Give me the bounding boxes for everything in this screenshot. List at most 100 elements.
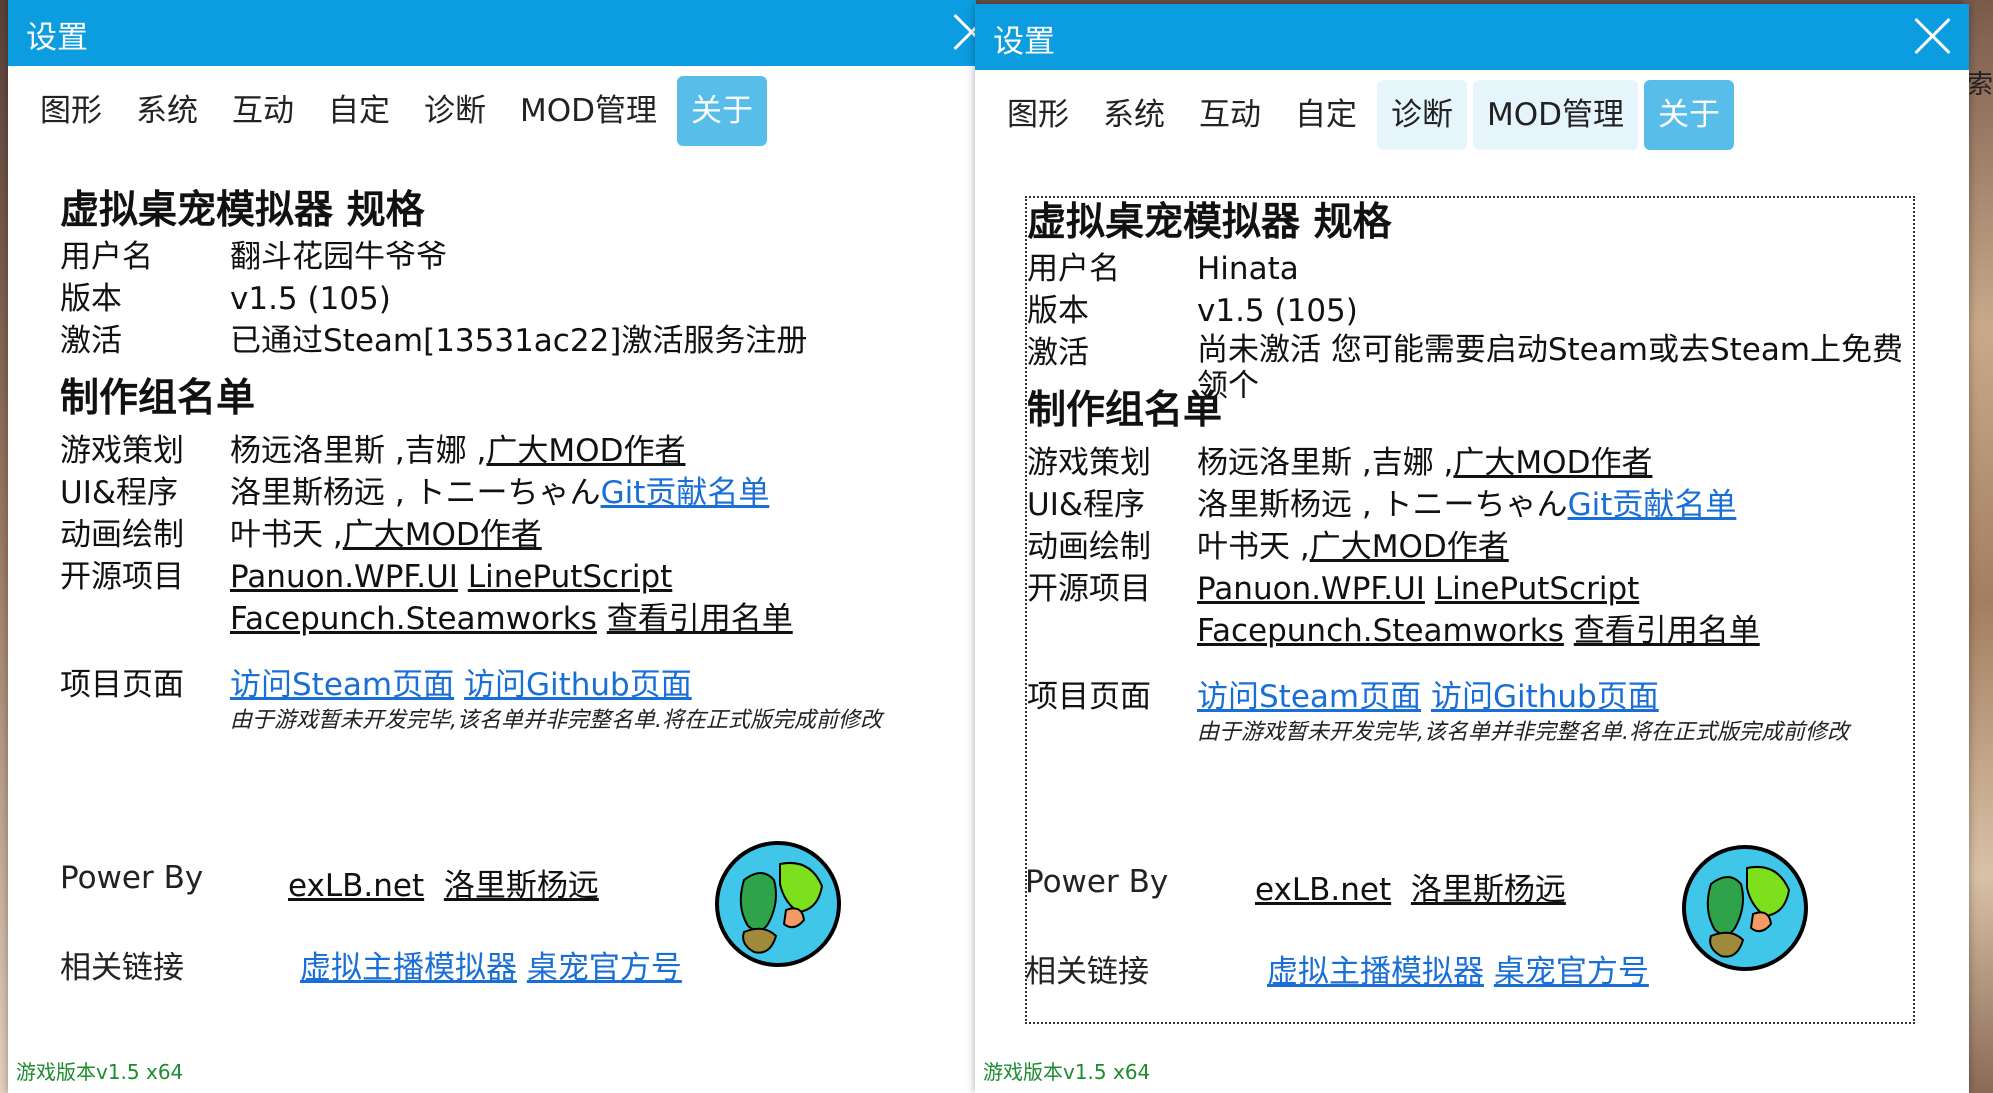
- facepunch-link[interactable]: Facepunch.Steamworks: [230, 601, 597, 637]
- version-value: v1.5 (105): [1197, 293, 1358, 329]
- oss-row: 开源项目 Panuon.WPF.UI LinePutScript Facepun…: [1027, 568, 1913, 652]
- activation-label: 激活: [1027, 335, 1089, 371]
- user-value: Hinata: [1197, 251, 1299, 287]
- github-page-link[interactable]: 访问Github页面: [1431, 679, 1659, 715]
- tab-diagnostics[interactable]: 诊断: [410, 76, 500, 146]
- game-version: 游戏版本v1.5 x64: [16, 1060, 184, 1084]
- close-icon[interactable]: [1911, 14, 1955, 58]
- ui-label: UI&程序: [1027, 487, 1146, 523]
- game-version: 游戏版本v1.5 x64: [983, 1060, 1151, 1084]
- tab-bar: 图形 系统 互动 自定 诊断 MOD管理 关于: [26, 76, 773, 146]
- lineputscript-link[interactable]: LinePutScript: [468, 559, 672, 595]
- anim-value: 叶书天 ,: [1197, 529, 1310, 565]
- tab-mod-manager[interactable]: MOD管理: [1473, 80, 1639, 150]
- title-bar[interactable]: 设置: [8, 0, 976, 66]
- window-title: 设置: [993, 24, 1055, 60]
- project-page-label: 项目页面: [1027, 679, 1151, 715]
- version-label: 版本: [60, 281, 122, 317]
- credits-title: 制作组名单: [1027, 388, 1223, 433]
- credits-note: 由于游戏暂未开发完毕,该名单并非完整名单.将在正式版完成前修改: [1197, 720, 1849, 745]
- spec-title: 虚拟桌宠模拟器 规格: [1027, 200, 1392, 245]
- tab-graphics[interactable]: 图形: [993, 80, 1083, 150]
- credits-note: 由于游戏暂未开发完毕,该名单并非完整名单.将在正式版完成前修改: [230, 708, 882, 733]
- user-value: 翻斗花园牛爷爷: [230, 239, 447, 275]
- power-by-label: Power By: [60, 860, 204, 896]
- exlb-link[interactable]: exLB.net: [1255, 872, 1391, 908]
- ui-label: UI&程序: [60, 475, 179, 511]
- about-panel: 虚拟桌宠模拟器 规格 用户名 翻斗花园牛爷爷 版本 v1.5 (105) 激活 …: [60, 186, 960, 736]
- mod-authors-link-2[interactable]: 广大MOD作者: [1310, 529, 1509, 565]
- design-row: 游戏策划 杨远洛里斯 ,吉娜 ,广大MOD作者: [60, 430, 960, 472]
- mod-authors-link[interactable]: 广大MOD作者: [1453, 445, 1652, 481]
- mod-authors-link-2[interactable]: 广大MOD作者: [343, 517, 542, 553]
- git-contributors-link[interactable]: Git贡献名单: [601, 475, 770, 511]
- ui-value: 洛里斯杨远 , トニーちゃん: [1197, 487, 1568, 523]
- tab-graphics[interactable]: 图形: [26, 76, 116, 146]
- user-row: 用户名 翻斗花园牛爷爷: [60, 236, 960, 278]
- user-label: 用户名: [60, 239, 153, 275]
- git-contributors-link[interactable]: Git贡献名单: [1568, 487, 1737, 523]
- user-label: 用户名: [1027, 251, 1120, 287]
- tab-diagnostics[interactable]: 诊断: [1377, 80, 1467, 150]
- settings-window-2: 设置 图形 系统 互动 自定 诊断 MOD管理 关于 虚拟桌宠模拟器 规格 用户…: [975, 4, 1969, 1093]
- official-account-link[interactable]: 桌宠官方号: [1494, 954, 1649, 990]
- activation-value: 尚未激活 您可能需要启动Steam或去Steam上免费领个: [1197, 332, 1904, 404]
- tab-interaction[interactable]: 互动: [218, 76, 308, 146]
- anim-row: 动画绘制 叶书天 ,广大MOD作者: [1027, 526, 1913, 568]
- version-value: v1.5 (105): [230, 281, 391, 317]
- settings-window-1: 设置 图形 系统 互动 自定 诊断 MOD管理 关于 虚拟桌宠模拟器 规格 用户…: [8, 0, 976, 1093]
- author-link[interactable]: 洛里斯杨远: [1411, 872, 1566, 908]
- references-link[interactable]: 查看引用名单: [1574, 613, 1760, 649]
- tab-bar: 图形 系统 互动 自定 诊断 MOD管理 关于: [993, 80, 1740, 150]
- oss-row: 开源项目 Panuon.WPF.UI LinePutScript Facepun…: [60, 556, 960, 640]
- activation-label: 激活: [60, 323, 122, 359]
- tab-interaction[interactable]: 互动: [1185, 80, 1275, 150]
- anim-label: 动画绘制: [60, 517, 184, 553]
- github-page-link[interactable]: 访问Github页面: [464, 667, 692, 703]
- official-account-link[interactable]: 桌宠官方号: [527, 950, 682, 986]
- design-value: 杨远洛里斯 ,吉娜 ,: [1197, 445, 1454, 481]
- globe-logo-icon: [1682, 845, 1808, 971]
- background-text: 索: [1966, 70, 1993, 100]
- related-label: 相关链接: [1025, 954, 1149, 990]
- anim-row: 动画绘制 叶书天 ,广大MOD作者: [60, 514, 960, 556]
- lineputscript-link[interactable]: LinePutScript: [1435, 571, 1639, 607]
- tab-custom[interactable]: 自定: [1281, 80, 1371, 150]
- tab-about[interactable]: 关于: [1644, 80, 1735, 150]
- tab-custom[interactable]: 自定: [314, 76, 404, 146]
- steam-page-link[interactable]: 访问Steam页面: [1197, 679, 1421, 715]
- tab-about[interactable]: 关于: [677, 76, 768, 146]
- references-link[interactable]: 查看引用名单: [607, 601, 793, 637]
- version-label: 版本: [1027, 293, 1089, 329]
- design-label: 游戏策划: [60, 433, 184, 469]
- design-value: 杨远洛里斯 ,吉娜 ,: [230, 433, 487, 469]
- spec-title: 虚拟桌宠模拟器 规格: [60, 188, 425, 233]
- globe-logo-icon: [715, 841, 841, 967]
- ui-value: 洛里斯杨远 , トニーちゃん: [230, 475, 601, 511]
- vup-sim-link[interactable]: 虚拟主播模拟器: [300, 950, 517, 986]
- activation-value: 已通过Steam[13531ac22]激活服务注册: [230, 323, 808, 359]
- panuon-link[interactable]: Panuon.WPF.UI: [230, 559, 458, 595]
- anim-value: 叶书天 ,: [230, 517, 343, 553]
- facepunch-link[interactable]: Facepunch.Steamworks: [1197, 613, 1564, 649]
- project-page-row: 项目页面 访问Steam页面 访问Github页面: [60, 664, 960, 706]
- panuon-link[interactable]: Panuon.WPF.UI: [1197, 571, 1425, 607]
- activation-row: 激活 尚未激活 您可能需要启动Steam或去Steam上免费领个: [1027, 332, 1913, 404]
- project-page-label: 项目页面: [60, 667, 184, 703]
- tab-mod-manager[interactable]: MOD管理: [506, 76, 671, 146]
- tab-system[interactable]: 系统: [122, 76, 212, 146]
- anim-label: 动画绘制: [1027, 529, 1151, 565]
- vup-sim-link[interactable]: 虚拟主播模拟器: [1267, 954, 1484, 990]
- exlb-link[interactable]: exLB.net: [288, 868, 424, 904]
- mod-authors-link[interactable]: 广大MOD作者: [486, 433, 685, 469]
- project-page-row: 项目页面 访问Steam页面 访问Github页面: [1027, 676, 1913, 718]
- design-label: 游戏策划: [1027, 445, 1151, 481]
- author-link[interactable]: 洛里斯杨远: [444, 868, 599, 904]
- credits-title: 制作组名单: [60, 376, 256, 421]
- steam-page-link[interactable]: 访问Steam页面: [230, 667, 454, 703]
- version-row: 版本 v1.5 (105): [1027, 290, 1913, 332]
- oss-label: 开源项目: [60, 559, 184, 595]
- ui-row: UI&程序 洛里斯杨远 , トニーちゃんGit贡献名单: [1027, 484, 1913, 526]
- title-bar[interactable]: 设置: [975, 4, 1969, 70]
- tab-system[interactable]: 系统: [1089, 80, 1179, 150]
